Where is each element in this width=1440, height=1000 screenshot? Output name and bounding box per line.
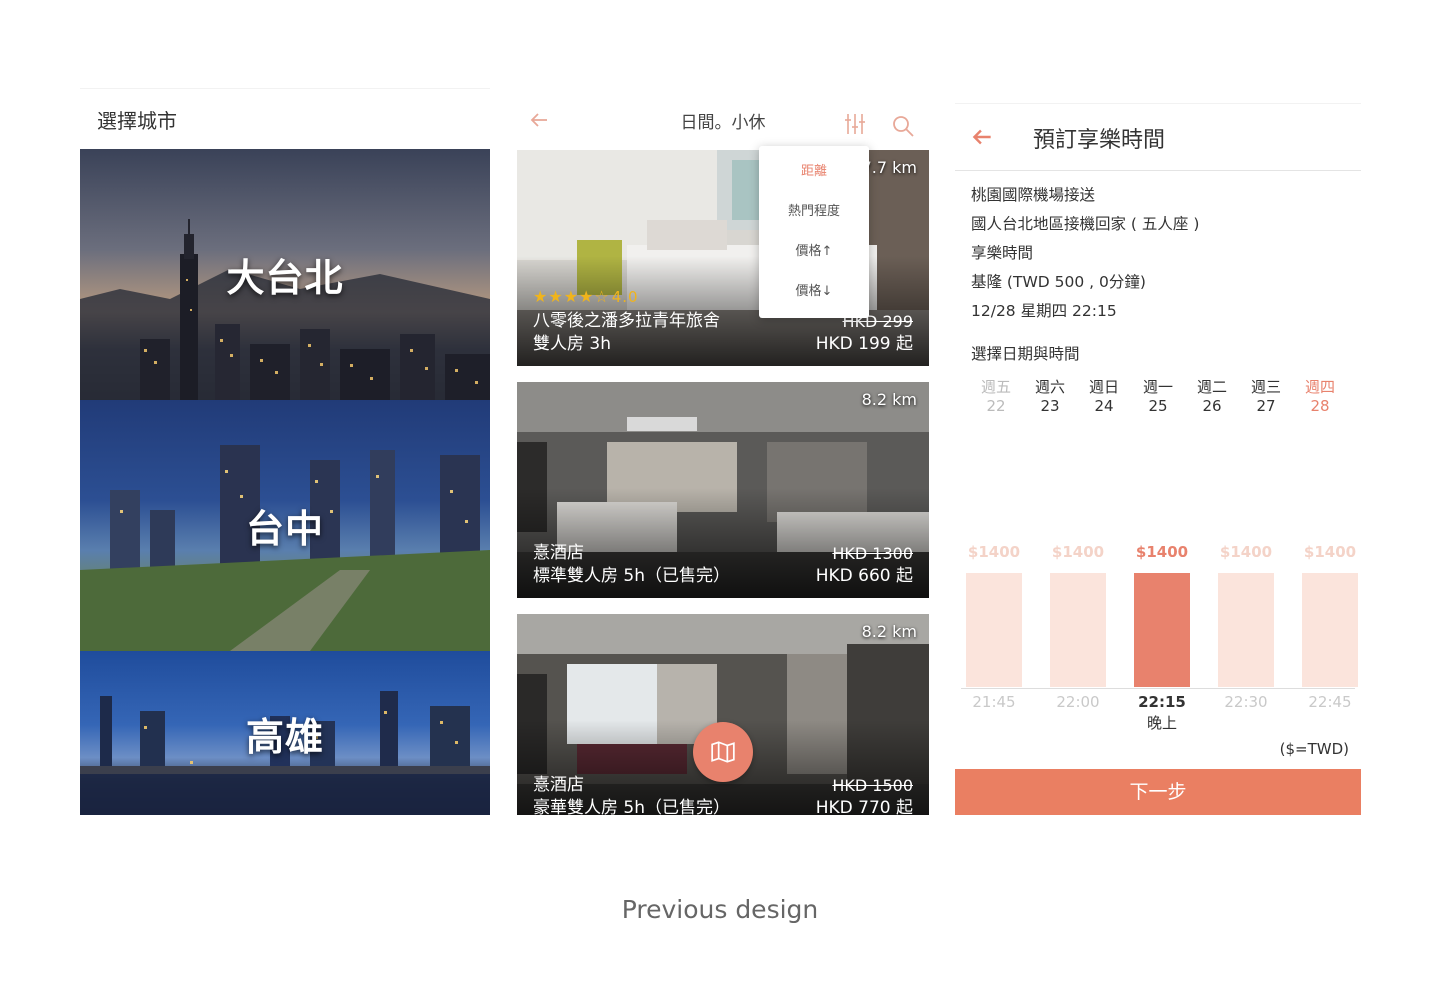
day-date: 26 [1202,397,1222,415]
slot-time: 21:45 [972,693,1016,711]
day-weekday: 週四 [1304,378,1335,396]
sort-option-popularity[interactable]: 熱門程度 [759,192,869,232]
day-date: 22 [986,397,1006,415]
stars-icon: ★★★★☆ [533,287,610,306]
day-option-selected[interactable]: 週四 28 [1293,378,1347,416]
service-detail: 國人台北地區接機回家 ( 五人座 ) [971,215,1200,233]
day-option[interactable]: 週六 23 [1023,378,1077,416]
day-weekday: 週六 [1034,378,1065,396]
sort-menu: 距離 熱門程度 價格↑ 價格↓ [759,146,869,318]
hotel-card[interactable]: 8.2 km 憙酒店 標準雙人房 5h（已售完） HKD 1300 HKD 66… [517,382,929,598]
page-title: 預訂享樂時間 [1033,128,1166,153]
day-option[interactable]: 週日 24 [1077,378,1131,416]
section-label: 享樂時間 [971,244,1034,262]
time-slot[interactable] [1218,573,1274,687]
city-card-kaohsiung[interactable]: 高雄 [80,651,490,815]
slot-price: $1400 [1135,543,1189,561]
distance-label: 7.7 km [861,158,917,177]
day-date: 24 [1094,397,1114,415]
slot-price: $1400 [1303,543,1357,561]
slot-price: $1400 [967,543,1021,561]
hotel-name: 八零後之潘多拉青年旅舍 [533,311,720,331]
slot-time: 22:15 [1138,693,1186,711]
city-label: 台中 [245,507,324,551]
axis-line [961,688,1355,689]
time-slot-selected[interactable] [1134,573,1190,687]
page-title: 日間。小休 [680,113,766,133]
day-option[interactable]: 週一 25 [1131,378,1185,416]
time-slot[interactable] [1302,573,1358,687]
hotel-name: 憙酒店 [533,775,584,795]
hotel-card[interactable]: 8.2 km 憙酒店 豪華雙人房 5h（已售完） HKD 1500 HKD 77… [517,614,929,815]
app-header: 日間。小休 [517,88,929,150]
slot-price: $1400 [1051,543,1105,561]
sort-option-price-desc[interactable]: 價格↓ [759,272,869,312]
page-title: 選擇城市 [80,88,490,149]
time-slot[interactable] [966,573,1022,687]
sale-price: HKD 199 起 [815,334,913,354]
city-card-taichung[interactable]: 台中 [80,400,490,651]
day-date: 27 [1256,397,1276,415]
day-weekday: 週日 [1088,378,1119,396]
hotel-list-screen: 日間。小休 距離 熱門程度 價格↑ 價格↓ 7.7 km ★★★★☆ 4.0 八… [517,88,929,815]
booking-summary: 桃園國際機場接送 國人台北地區接機回家 ( 五人座 ) 享樂時間 基隆 (TWD… [955,171,1361,326]
sale-price: HKD 770 起 [815,798,913,815]
sort-option-price-asc[interactable]: 價格↑ [759,232,869,272]
back-arrow-icon[interactable] [969,124,995,150]
city-label: 大台北 [226,256,344,300]
day-date: 23 [1040,397,1060,415]
selected-datetime: 12/28 星期四 22:15 [971,302,1117,320]
distance-label: 8.2 km [861,622,917,641]
day-option[interactable]: 週二 26 [1185,378,1239,416]
time-slot[interactable] [1050,573,1106,687]
day-weekday: 週二 [1196,378,1227,396]
date-picker: 週五 22 週六 23 週日 24 週一 25 週二 26 週三 27 週四 2… [955,364,1361,416]
day-date: 28 [1310,397,1330,415]
room-type: 標準雙人房 5h（已售完） [533,566,730,586]
star-rating: ★★★★☆ 4.0 [533,287,639,306]
app-header: 預訂享樂時間 [955,103,1361,171]
next-button[interactable]: 下一步 [955,769,1361,815]
sort-option-distance[interactable]: 距離 [759,152,869,192]
location-price: 基隆 (TWD 500 , 0分鐘) [971,273,1146,291]
city-label: 高雄 [245,714,324,759]
day-weekday: 週五 [980,378,1011,396]
sale-price: HKD 660 起 [815,566,913,586]
day-weekday: 週三 [1250,378,1281,396]
distance-label: 8.2 km [861,390,917,409]
currency-note: ($=TWD) [1279,740,1349,758]
slot-time: 22:45 [1308,693,1352,711]
map-icon [711,741,735,763]
rating-value: 4.0 [611,288,639,306]
city-card-taipei[interactable]: 大台北 [80,149,490,400]
date-time-heading: 選擇日期與時間 [971,345,1080,363]
slot-time: 22:00 [1056,693,1100,711]
day-option[interactable]: 週三 27 [1239,378,1293,416]
room-type: 豪華雙人房 5h（已售完） [533,798,730,815]
map-button[interactable] [693,722,753,782]
booking-time-screen: 預訂享樂時間 桃園國際機場接送 國人台北地區接機回家 ( 五人座 ) 享樂時間 … [955,103,1361,815]
caption: Previous design [621,895,819,924]
slot-price: $1400 [1219,543,1273,561]
search-icon[interactable] [891,114,915,138]
day-date: 25 [1148,397,1168,415]
slot-period: 晚上 [1146,714,1177,732]
service-name: 桃園國際機場接送 [971,186,1096,204]
day-weekday: 週一 [1142,378,1173,396]
hotel-name: 憙酒店 [533,543,584,563]
filter-sliders-icon[interactable] [843,112,867,136]
room-type: 雙人房 3h [533,334,611,354]
slot-time: 22:30 [1224,693,1268,711]
city-select-screen: 選擇城市 大台北 台中 高雄 [80,88,490,815]
day-option: 週五 22 [969,378,1023,416]
